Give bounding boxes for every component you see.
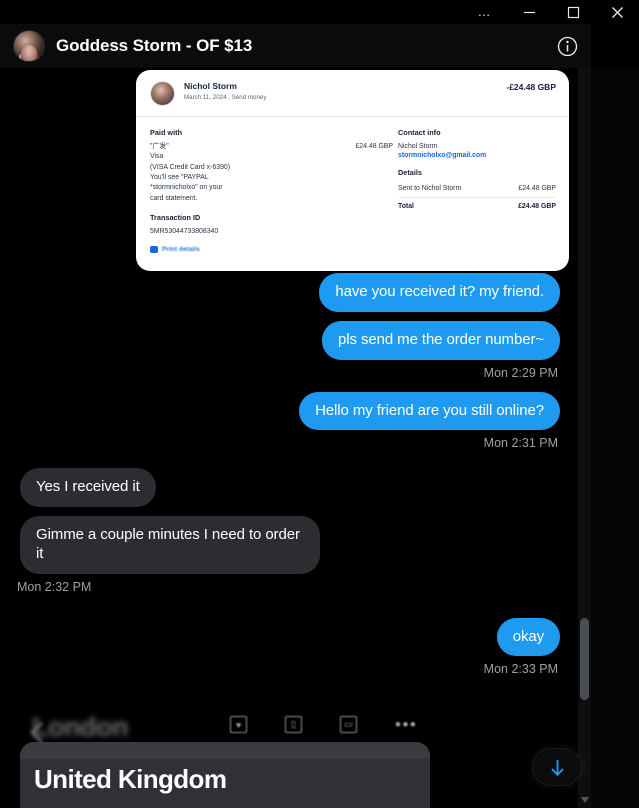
message-bubble-outgoing[interactable]: pls send me the order number~ xyxy=(322,320,560,360)
details-heading: Details xyxy=(398,168,422,178)
page-title: Goddess Storm - OF $13 xyxy=(56,36,253,55)
paid-with-line-1: (VISA Credit Card x-6390) xyxy=(150,163,231,171)
conversation-info-button[interactable] xyxy=(555,34,579,58)
avatar[interactable] xyxy=(13,30,45,62)
receipt-amount: -£24.48 GBP xyxy=(506,82,556,92)
overflow-menu-icon[interactable]: ••• xyxy=(395,716,417,733)
messaging-app-window: … Goddess Storm - OF $13 Nichol Storm Ma… xyxy=(0,0,639,808)
message-timestamp: Mon 2:32 PM xyxy=(17,579,92,594)
scrollbar-down-arrow[interactable] xyxy=(578,794,591,806)
paid-with-line-3: *stormnicholxo" on your xyxy=(150,184,223,192)
location-preview-card[interactable]: United Kingdom xyxy=(20,742,430,808)
window-titlebar: … xyxy=(0,0,639,24)
paid-with-line-4: card statement. xyxy=(150,194,198,202)
contact-name: Nichol Storm xyxy=(398,143,438,150)
arrow-down-icon xyxy=(550,759,564,776)
receipt-left-column: Paid with "广发" Visa (VISA Credit Card x-… xyxy=(150,128,393,238)
receipt-right-column: Contact info Nichol Storm stormnicholxo@… xyxy=(393,128,556,238)
message-list[interactable]: Nichol Storm March 11, 2024 . Send money… xyxy=(0,68,580,808)
receipt-footer-link[interactable]: Print details xyxy=(136,238,569,253)
paid-with-amount: £24.48 GBP xyxy=(355,143,393,150)
message-row: have you received it? my friend. xyxy=(0,273,580,312)
chevron-down-icon xyxy=(580,797,589,803)
paid-with-heading: Paid with xyxy=(150,128,183,137)
conversation-header: Goddess Storm - OF $13 xyxy=(0,24,591,68)
message-bubble-outgoing[interactable]: Hello my friend are you still online? xyxy=(299,391,560,431)
message-list-scrollbar[interactable] xyxy=(578,68,591,808)
details-row-amount: £24.48 GBP xyxy=(518,185,556,193)
window-close-button[interactable] xyxy=(595,0,639,24)
window-minimize-button[interactable] xyxy=(507,0,551,24)
message-timestamp: Mon 2:29 PM xyxy=(483,365,558,380)
right-gutter xyxy=(591,68,639,808)
save-heart-icon[interactable]: ♥ xyxy=(230,716,247,733)
paid-with-card-label: "广发" xyxy=(150,143,169,150)
message-timestamp: Mon 2:31 PM xyxy=(483,436,558,451)
window-maximize-button[interactable] xyxy=(551,0,595,24)
total-amount: £24.48 GBP xyxy=(518,203,556,211)
details-row: Sent to Nichol Storm £24.48 GBP xyxy=(398,182,556,195)
contact-email-link[interactable]: stormnicholxo@gmail.com xyxy=(398,152,556,159)
details-total-row: Total £24.48 GBP xyxy=(398,197,556,213)
message-bubble-incoming[interactable]: Gimme a couple minutes I need to order i… xyxy=(20,516,320,574)
message-bubble-incoming[interactable]: Yes I received it xyxy=(20,468,156,507)
bookmark-icon[interactable]: ▭ xyxy=(340,716,357,733)
message-bubble-outgoing[interactable]: have you received it? my friend. xyxy=(319,273,560,312)
details-row-label: Sent to Nichol Storm xyxy=(398,185,462,193)
info-icon xyxy=(557,36,577,56)
paid-with-line-2: You'll see "PAYPAL xyxy=(150,174,209,182)
message-row: Yes I received it xyxy=(0,468,580,507)
ellipsis-icon: … xyxy=(477,4,493,19)
minimize-icon xyxy=(523,11,535,13)
paid-with-line-0: Visa xyxy=(150,153,164,161)
close-icon xyxy=(611,6,623,18)
message-bubble-outgoing[interactable]: okay xyxy=(496,617,560,657)
card-drag-handle[interactable] xyxy=(20,742,430,759)
avatar-flag-badge xyxy=(19,54,39,61)
scrollbar-thumb[interactable] xyxy=(580,618,589,700)
bubble-stack: have you received it? my friend. pls sen… xyxy=(0,273,580,676)
contact-info-heading: Contact info xyxy=(398,128,441,137)
transaction-id-heading: Transaction ID xyxy=(150,213,201,223)
receipt-header: Nichol Storm March 11, 2024 . Send money… xyxy=(136,70,569,116)
print-details-label: Print details xyxy=(162,245,200,253)
print-icon xyxy=(150,245,158,253)
paypal-receipt-card[interactable]: Nichol Storm March 11, 2024 . Send money… xyxy=(136,70,569,271)
receipt-avatar xyxy=(150,81,175,106)
window-more-options-button[interactable]: … xyxy=(463,0,507,24)
receipt-body: Paid with "广发" Visa (VISA Credit Card x-… xyxy=(136,117,569,238)
transaction-id-value: 5MR53044733808340 xyxy=(150,228,219,236)
message-timestamp: Mon 2:33 PM xyxy=(483,662,558,677)
total-label: Total xyxy=(398,203,414,211)
receipt-subtitle: March 11, 2024 . Send money xyxy=(184,93,267,101)
maximize-icon xyxy=(567,6,579,18)
message-row: Gimme a couple minutes I need to order i… xyxy=(0,516,580,574)
overlay-action-icons: ♥ ▯ ▭ ••• xyxy=(230,716,417,733)
message-row: Hello my friend are you still online? xyxy=(0,391,580,431)
header-right-gutter xyxy=(591,24,639,68)
location-card-title: United Kingdom xyxy=(34,764,227,794)
receipt-sender-name: Nichol Storm xyxy=(184,81,237,91)
message-row: pls send me the order number~ xyxy=(0,320,580,360)
delete-trash-icon[interactable]: ▯ xyxy=(285,716,302,733)
scroll-to-bottom-button[interactable] xyxy=(532,748,582,786)
message-row: okay xyxy=(0,617,580,657)
